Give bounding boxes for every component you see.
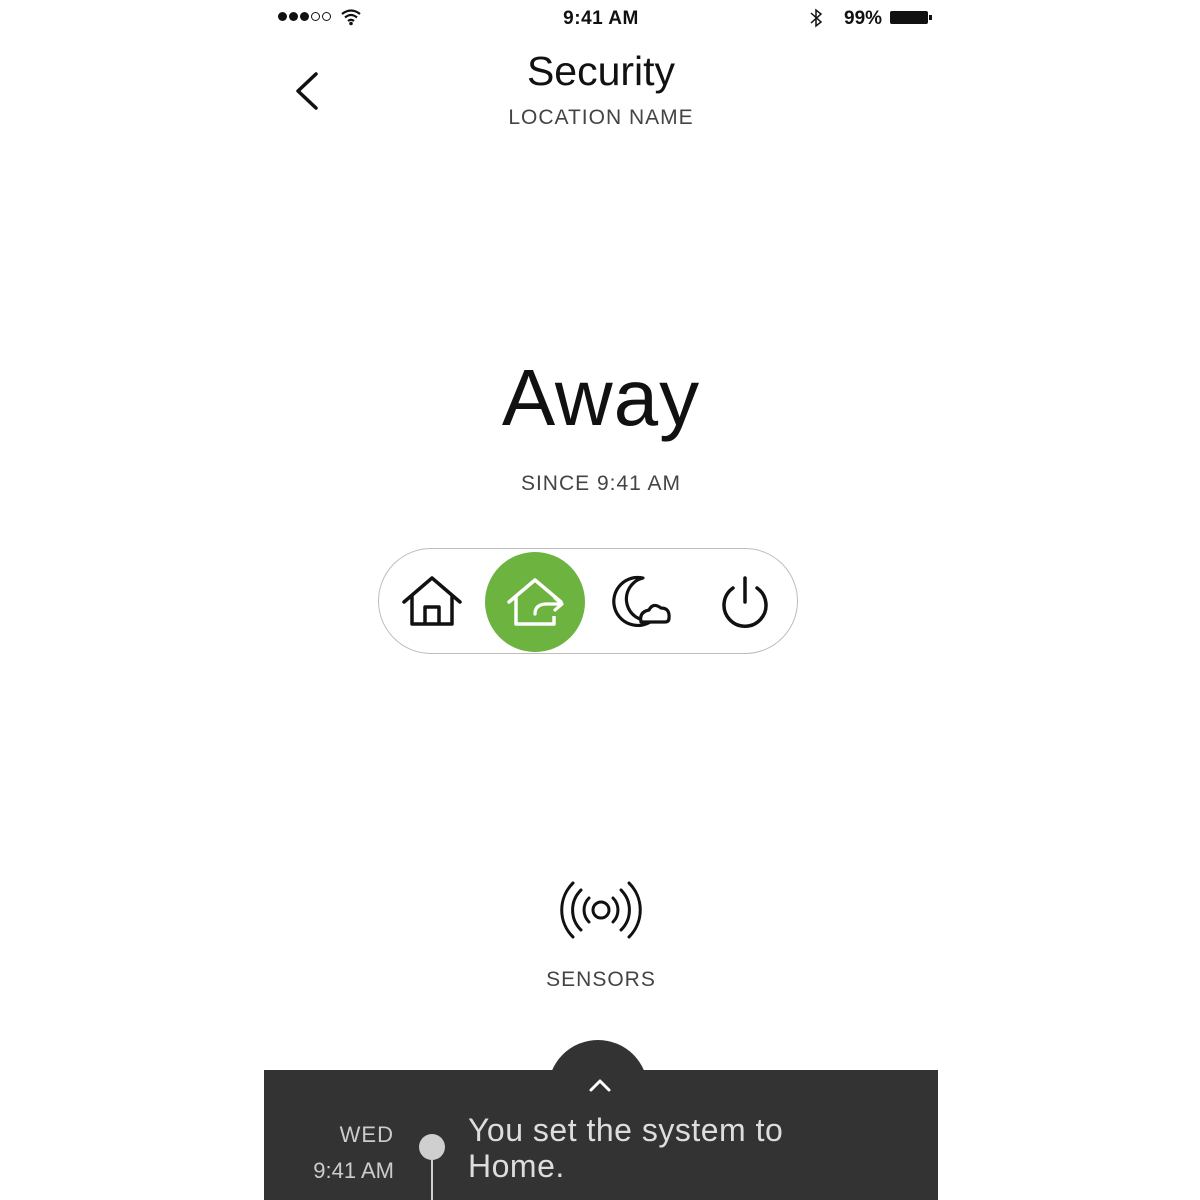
mode-away-button[interactable] [485,552,585,652]
mode-selector [378,548,798,654]
status-bar: 9:41 AM 99% [264,0,938,38]
mode-home-button[interactable] [382,552,482,652]
battery-icon [890,11,932,24]
battery-percent: 99% [844,8,883,29]
mode-off-button[interactable] [695,552,795,652]
mode-night-button[interactable] [595,552,695,652]
away-icon [507,578,564,626]
bluetooth-icon [810,8,823,28]
sensors-label: SENSORS [546,968,656,991]
location-name: LOCATION NAME [508,106,694,129]
night-icon [612,575,671,628]
app-screen: 9:41 AM 99% Security LOCATION NAME Away … [264,0,938,1200]
timeline-line [431,1156,433,1200]
power-icon [722,576,768,628]
current-mode-label: Away [501,353,701,442]
page-title: Security [526,48,676,94]
sensors-icon [560,881,642,939]
status-time: 9:41 AM [563,8,639,29]
sensors-button[interactable]: SENSORS [526,870,676,1000]
mode-since-label: SINCE 9:41 AM [520,472,682,495]
activity-time: 9:41 AM [313,1158,394,1183]
chevron-up-icon[interactable] [588,1076,612,1094]
activity-day: WED [339,1122,394,1147]
home-icon [402,576,462,626]
activity-message[interactable]: You set the system to Home. [468,1112,888,1184]
